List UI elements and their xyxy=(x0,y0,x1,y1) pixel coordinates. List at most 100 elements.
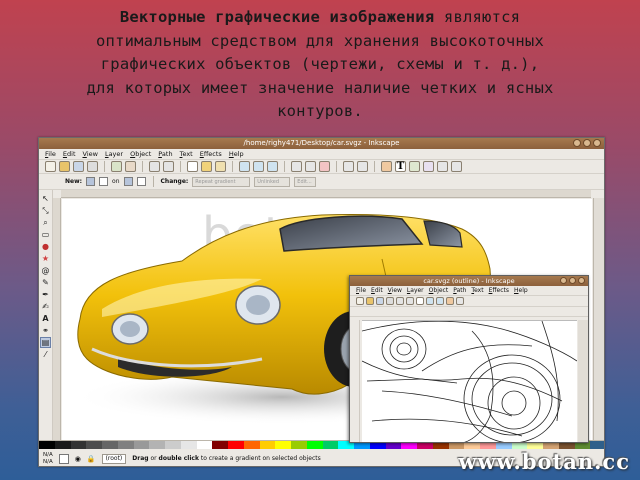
palette-swatch[interactable] xyxy=(133,441,150,449)
linear-gradient-toggle[interactable] xyxy=(86,177,96,186)
stroke-toggle[interactable] xyxy=(136,177,146,186)
menu-help[interactable]: Help xyxy=(229,149,244,159)
outline-save-icon[interactable] xyxy=(376,297,384,305)
outline-menu-effects[interactable]: Effects xyxy=(489,286,509,295)
undo-icon[interactable] xyxy=(149,161,160,172)
spiral-tool-icon[interactable]: @ xyxy=(41,266,50,275)
text-font-icon[interactable]: T xyxy=(395,161,406,172)
palette-swatch[interactable] xyxy=(165,441,181,449)
selector-tool-icon[interactable]: ↖ xyxy=(41,194,50,203)
palette-swatch[interactable] xyxy=(196,441,213,449)
zoom-drawing-icon[interactable] xyxy=(253,161,264,172)
align-icon[interactable] xyxy=(423,161,434,172)
close-button[interactable] xyxy=(593,139,601,147)
outline-menu-layer[interactable]: Layer xyxy=(407,286,424,295)
fill-toggle[interactable] xyxy=(123,177,133,186)
ellipse-tool-icon[interactable]: ● xyxy=(41,242,50,251)
dropper-tool-icon[interactable]: ⁄ xyxy=(41,350,50,359)
ungroup-icon[interactable] xyxy=(357,161,368,172)
outline-menu-help[interactable]: Help xyxy=(514,286,528,295)
palette-swatch[interactable] xyxy=(102,441,118,449)
fill-stroke-icon[interactable] xyxy=(381,161,392,172)
palette-swatch[interactable] xyxy=(306,441,323,449)
paste-icon[interactable] xyxy=(215,161,226,172)
palette-swatch[interactable] xyxy=(39,441,55,449)
preferences-icon[interactable] xyxy=(437,161,448,172)
outline-copy-icon[interactable] xyxy=(416,297,424,305)
outline-menu-text[interactable]: Text xyxy=(471,286,483,295)
group-icon[interactable] xyxy=(343,161,354,172)
menu-edit[interactable]: Edit xyxy=(63,149,76,159)
outline-redo-icon[interactable] xyxy=(406,297,414,305)
copy-icon[interactable] xyxy=(187,161,198,172)
minimize-button[interactable] xyxy=(573,139,581,147)
connector-tool-icon[interactable]: ⚭ xyxy=(41,326,50,335)
xml-editor-icon[interactable] xyxy=(409,161,420,172)
redo-icon[interactable] xyxy=(163,161,174,172)
palette-swatch[interactable] xyxy=(180,441,197,449)
outline-menu-path[interactable]: Path xyxy=(453,286,466,295)
open-icon[interactable] xyxy=(59,161,70,172)
palette-swatch[interactable] xyxy=(322,441,339,449)
outline-zoom-icon[interactable] xyxy=(426,297,434,305)
zoom-tool-icon[interactable]: ⌕ xyxy=(41,218,50,227)
outline-zoom-page-icon[interactable] xyxy=(436,297,444,305)
radial-gradient-toggle[interactable] xyxy=(99,177,109,186)
outline-vertical-scrollbar[interactable] xyxy=(578,320,588,442)
style-swatch[interactable] xyxy=(58,453,69,464)
outline-menu-view[interactable]: View xyxy=(388,286,402,295)
print-icon[interactable] xyxy=(87,161,98,172)
menu-path[interactable]: Path xyxy=(158,149,172,159)
new-document-icon[interactable] xyxy=(45,161,56,172)
palette-swatch[interactable] xyxy=(117,441,134,449)
outline-canvas[interactable] xyxy=(362,320,577,442)
palette-swatch[interactable] xyxy=(228,441,244,449)
zoom-page-icon[interactable] xyxy=(267,161,278,172)
palette-swatch[interactable] xyxy=(149,441,165,449)
rect-tool-icon[interactable]: ▭ xyxy=(41,230,50,239)
outline-fill-icon[interactable] xyxy=(446,297,454,305)
import-icon[interactable] xyxy=(111,161,122,172)
palette-swatch[interactable] xyxy=(86,441,102,449)
visibility-eye-icon[interactable]: ◉ xyxy=(75,455,81,463)
outline-maximize-button[interactable] xyxy=(569,277,576,284)
cut-icon[interactable] xyxy=(201,161,212,172)
palette-swatch[interactable] xyxy=(70,441,87,449)
maximize-button[interactable] xyxy=(583,139,591,147)
palette-swatch[interactable] xyxy=(259,441,276,449)
horizontal-ruler[interactable] xyxy=(61,190,591,198)
zoom-selection-icon[interactable] xyxy=(239,161,250,172)
menu-effects[interactable]: Effects xyxy=(200,149,222,159)
palette-swatch[interactable] xyxy=(275,441,291,449)
lock-icon[interactable]: 🔒 xyxy=(87,455,96,463)
pen-tool-icon[interactable]: ✒ xyxy=(41,290,50,299)
outline-undo-icon[interactable] xyxy=(396,297,404,305)
layer-selector[interactable]: (root) xyxy=(101,453,127,464)
edit-gradient-button[interactable]: Edit... xyxy=(294,176,317,187)
menu-layer[interactable]: Layer xyxy=(105,149,123,159)
outline-menu-object[interactable]: Object xyxy=(429,286,449,295)
text-tool-icon[interactable]: A xyxy=(41,314,50,323)
unlink-clone-icon[interactable] xyxy=(319,161,330,172)
menu-view[interactable]: View xyxy=(83,149,98,159)
outline-print-icon[interactable] xyxy=(386,297,394,305)
pencil-tool-icon[interactable]: ✎ xyxy=(41,278,50,287)
outline-menu-file[interactable]: File xyxy=(356,286,366,295)
palette-swatch[interactable] xyxy=(243,441,260,449)
menu-text[interactable]: Text xyxy=(180,149,193,159)
gradient-select[interactable]: Unlinked xyxy=(254,176,291,187)
vertical-scrollbar[interactable] xyxy=(593,198,604,440)
outline-align-icon[interactable] xyxy=(456,297,464,305)
clone-icon[interactable] xyxy=(305,161,316,172)
palette-swatch[interactable] xyxy=(590,441,604,449)
menu-object[interactable]: Object xyxy=(130,149,151,159)
document-properties-icon[interactable] xyxy=(451,161,462,172)
calligraphy-tool-icon[interactable]: ✍ xyxy=(41,302,50,311)
outline-open-icon[interactable] xyxy=(366,297,374,305)
star-tool-icon[interactable]: ★ xyxy=(41,254,50,263)
menu-file[interactable]: File xyxy=(45,149,56,159)
export-icon[interactable] xyxy=(125,161,136,172)
duplicate-icon[interactable] xyxy=(291,161,302,172)
outline-new-icon[interactable] xyxy=(356,297,364,305)
outline-minimize-button[interactable] xyxy=(560,277,567,284)
